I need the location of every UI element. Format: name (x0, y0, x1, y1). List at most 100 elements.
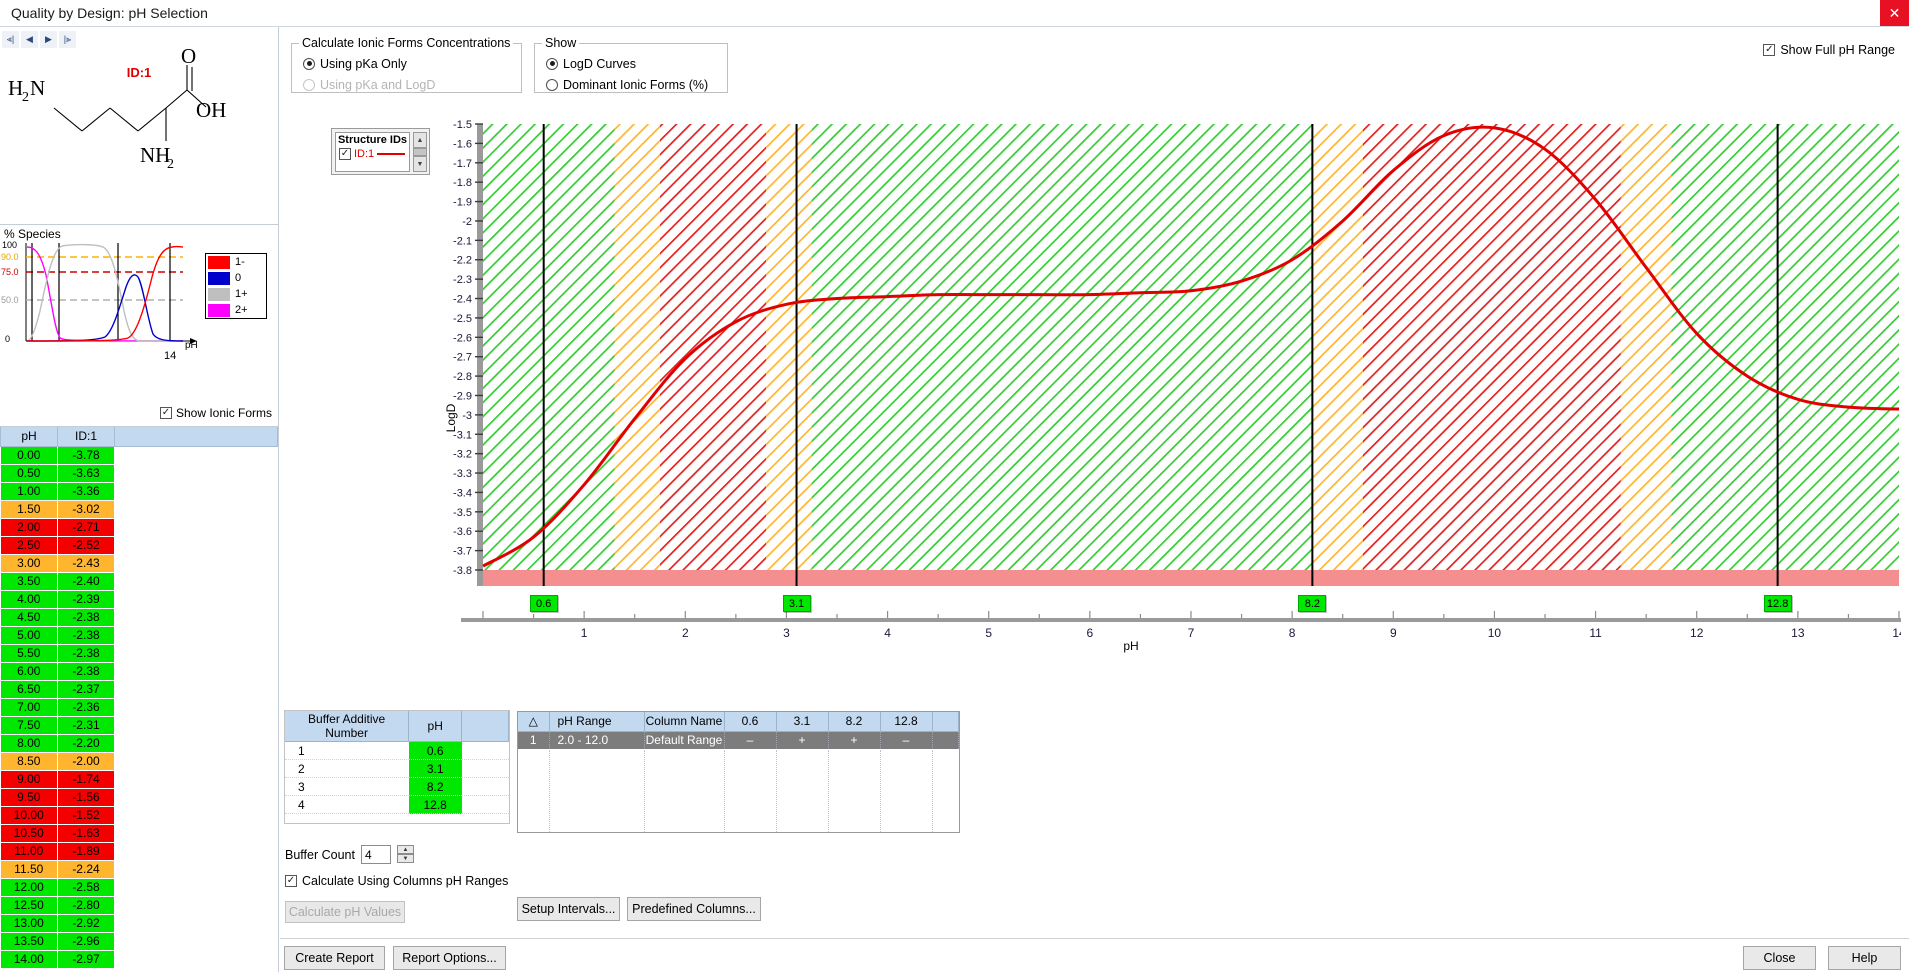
table-row[interactable]: 2.50-2.52 (1, 536, 278, 554)
cell-buffer-number[interactable]: 3 (285, 778, 409, 796)
radio-icon[interactable] (303, 58, 315, 70)
cell-ph[interactable]: 0.00 (1, 446, 58, 464)
cell-logd[interactable]: -2.58 (58, 878, 115, 896)
cell-logd[interactable]: -2.24 (58, 860, 115, 878)
structure-ids-scroll-down-button[interactable]: ▼ (413, 156, 427, 172)
cell-buffer-ph[interactable]: 0.6 (409, 742, 462, 760)
cell-logd[interactable]: -2.96 (58, 932, 115, 950)
column-header-ph-31[interactable]: 3.1 (776, 712, 828, 731)
cell-logd[interactable]: -1.74 (58, 770, 115, 788)
table-row[interactable]: 12.50-2.80 (1, 896, 278, 914)
table-row[interactable]: 5.00-2.38 (1, 626, 278, 644)
cell-ph[interactable]: 8.50 (1, 752, 58, 770)
cell-logd[interactable]: -2.00 (58, 752, 115, 770)
table-row[interactable]: 10.6 (285, 742, 509, 760)
table-row[interactable]: 9.50-1.56 (1, 788, 278, 806)
cell-ph[interactable]: 9.50 (1, 788, 58, 806)
ph-marker-chip[interactable]: 12.8 (1764, 595, 1792, 612)
checkbox-icon[interactable]: ✓ (160, 407, 172, 419)
cell-buffer-ph[interactable]: 12.8 (409, 796, 462, 814)
table-row[interactable]: 23.1 (285, 760, 509, 778)
cell-buffer-ph[interactable]: 3.1 (409, 760, 462, 778)
cell-logd[interactable]: -2.52 (58, 536, 115, 554)
cell-ph[interactable]: 10.00 (1, 806, 58, 824)
cell-logd[interactable]: -2.36 (58, 698, 115, 716)
table-row[interactable]: 5.50-2.38 (1, 644, 278, 662)
cell-logd[interactable]: -2.80 (58, 896, 115, 914)
cell-logd[interactable]: -2.71 (58, 518, 115, 536)
table-row[interactable]: 8.50-2.00 (1, 752, 278, 770)
column-header-ph-range[interactable]: pH Range (549, 712, 644, 731)
show-ionic-forms-checkbox[interactable]: ✓ Show Ionic Forms (160, 406, 272, 420)
help-button[interactable]: Help (1828, 946, 1901, 970)
cell-logd[interactable]: -1.52 (58, 806, 115, 824)
table-row[interactable]: 4.50-2.38 (1, 608, 278, 626)
table-row[interactable]: 12.0 - 12.0Default Range–++– (518, 731, 959, 749)
column-header-id[interactable]: ID:1 (58, 427, 115, 446)
cell-ph[interactable]: 12.50 (1, 896, 58, 914)
cell-ph[interactable]: 2.00 (1, 518, 58, 536)
ph-logd-table-wrapper[interactable]: pH ID:1 0.00-3.780.50-3.631.00-3.361.50-… (0, 427, 278, 972)
cell-logd[interactable]: -2.38 (58, 644, 115, 662)
cell-ph[interactable]: 7.00 (1, 698, 58, 716)
table-row[interactable]: 11.50-2.24 (1, 860, 278, 878)
table-row[interactable]: 10.00-1.52 (1, 806, 278, 824)
radio-dominant-ionic-forms[interactable]: Dominant Ionic Forms (%) (546, 74, 727, 95)
cell-logd[interactable]: -2.97 (58, 950, 115, 968)
cell-ph[interactable]: 3.50 (1, 572, 58, 590)
cell-logd[interactable]: -3.02 (58, 500, 115, 518)
table-row[interactable]: 13.00-2.92 (1, 914, 278, 932)
cell-ph[interactable]: 11.00 (1, 842, 58, 860)
cell-ph[interactable]: 1.00 (1, 482, 58, 500)
structure-ids-scroll-up-button[interactable]: ▲ (413, 132, 427, 148)
buffer-count-input[interactable] (361, 845, 391, 864)
setup-intervals-button[interactable]: Setup Intervals... (517, 897, 620, 921)
cell-logd[interactable]: -2.20 (58, 734, 115, 752)
cell-ph[interactable]: 4.50 (1, 608, 58, 626)
table-row[interactable]: 412.8 (285, 796, 509, 814)
structure-ids-item[interactable]: ✓ ID:1 (336, 148, 409, 160)
cell-ph[interactable]: 5.00 (1, 626, 58, 644)
calculate-using-columns-checkbox[interactable]: ✓ Calculate Using Columns pH Ranges (285, 874, 508, 888)
cell-logd[interactable]: -2.92 (58, 914, 115, 932)
buffer-additive-panel[interactable]: Buffer Additive Number pH 10.623.138.241… (284, 710, 510, 824)
cell-logd[interactable]: -1.89 (58, 842, 115, 860)
table-row[interactable]: 1.50-3.02 (1, 500, 278, 518)
cell-logd[interactable]: -2.38 (58, 662, 115, 680)
cell-ph[interactable]: 2.50 (1, 536, 58, 554)
cell-ph[interactable]: 13.50 (1, 932, 58, 950)
cell-ph[interactable]: 7.50 (1, 716, 58, 734)
radio-icon[interactable] (546, 79, 558, 91)
table-row[interactable]: 1.00-3.36 (1, 482, 278, 500)
cell-ph[interactable]: 13.00 (1, 914, 58, 932)
logd-chart-svg[interactable]: -1.5-1.6-1.7-1.8-1.9-2-2.1-2.2-2.3-2.4-2… (441, 118, 1901, 658)
table-row[interactable]: 9.00-1.74 (1, 770, 278, 788)
cell-ph[interactable]: 1.50 (1, 500, 58, 518)
ph-marker-chip[interactable]: 0.6 (530, 595, 558, 612)
table-row[interactable]: 6.50-2.37 (1, 680, 278, 698)
cell-ph[interactable]: 3.00 (1, 554, 58, 572)
checkbox-icon[interactable]: ✓ (1763, 44, 1775, 56)
structure-ids-scrollbar-thumb[interactable] (413, 148, 427, 156)
cell-buffer-number[interactable]: 1 (285, 742, 409, 760)
window-close-button[interactable]: ✕ (1880, 0, 1909, 26)
table-row[interactable]: 11.00-1.89 (1, 842, 278, 860)
close-button[interactable]: Close (1743, 946, 1816, 970)
column-header-ph-82[interactable]: 8.2 (828, 712, 880, 731)
table-row[interactable]: 12.00-2.58 (1, 878, 278, 896)
radio-using-pka-only[interactable]: Using pKa Only (303, 53, 521, 74)
stepper-down-button[interactable]: ▼ (397, 854, 414, 863)
cell-buffer-number[interactable]: 4 (285, 796, 409, 814)
cell-logd[interactable]: -3.78 (58, 446, 115, 464)
cell-ph[interactable]: 8.00 (1, 734, 58, 752)
ph-marker-chip[interactable]: 8.2 (1298, 595, 1326, 612)
cell-column-name[interactable]: Default Range (644, 731, 724, 749)
show-full-ph-range-checkbox[interactable]: ✓ Show Full pH Range (1763, 43, 1895, 57)
table-row[interactable]: 6.00-2.38 (1, 662, 278, 680)
cell-ph[interactable]: 9.00 (1, 770, 58, 788)
cell-logd[interactable]: -3.63 (58, 464, 115, 482)
table-row[interactable]: 4.00-2.39 (1, 590, 278, 608)
column-header-buffer-number[interactable]: Buffer Additive Number (285, 711, 409, 742)
cell-ph[interactable]: 6.00 (1, 662, 58, 680)
cell-ph[interactable]: 4.00 (1, 590, 58, 608)
